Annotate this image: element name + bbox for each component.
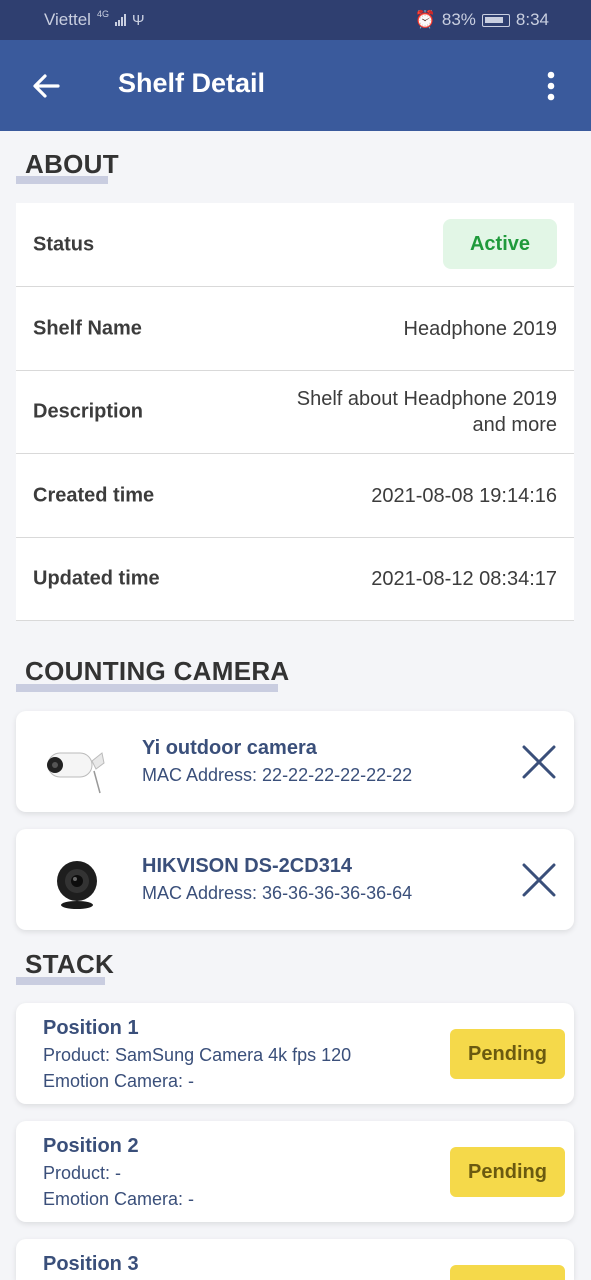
stack-item[interactable]: Position 3 Pending (16, 1239, 574, 1280)
created-time-label: Created time (33, 484, 155, 506)
outdoor-camera-icon (47, 752, 105, 794)
updated-time-value: 2021-08-12 08:34:17 (371, 567, 557, 590)
dome-camera-icon (57, 861, 97, 909)
camera-mac: MAC Address: 36-36-36-36-36-64 (142, 883, 413, 903)
counting-camera-heading: COUNTING CAMERA (25, 656, 290, 686)
camera-name: HIKVISON DS-2CD314 (142, 855, 353, 877)
close-icon[interactable] (520, 743, 558, 781)
camera-card[interactable]: HIKVISON DS-2CD314 MAC Address: 36-36-36… (16, 829, 574, 930)
position-emotion-camera: Emotion Camera: - (43, 1189, 195, 1209)
network-label: 4G (96, 9, 109, 19)
updated-time-label: Updated time (33, 567, 160, 589)
updated-time-row: Updated time 2021-08-12 08:34:17 (16, 537, 574, 621)
status-bar: Viettel 4G Ψ ⏰ 83% 8:34 (0, 0, 591, 40)
status-label: Status (33, 233, 95, 255)
created-time-value: 2021-08-08 19:14:16 (371, 484, 557, 507)
status-badge: Active (443, 219, 557, 269)
clock: 8:34 (515, 10, 549, 29)
arrow-left-icon[interactable] (30, 70, 62, 102)
status-row: Status Active (16, 203, 574, 287)
status-badge: Pending (450, 1265, 565, 1280)
about-card: Status Active Shelf Name Headphone 2019 … (16, 203, 574, 621)
app-bar: Shelf Detail (0, 40, 591, 131)
created-time-row: Created time 2021-08-08 19:14:16 (16, 454, 574, 538)
description-row: Description Shelf about Headphone 2019 a… (16, 370, 574, 454)
status-badge: Pending (450, 1029, 565, 1079)
alarm-icon: ⏰ (414, 10, 436, 29)
description-label: Description (33, 400, 144, 422)
close-icon[interactable] (520, 861, 558, 899)
description-value: Shelf about Headphone 2019 and more (297, 386, 557, 438)
position-title: Position 3 (43, 1253, 139, 1275)
battery-icon (481, 13, 510, 27)
status-badge: Pending (450, 1147, 565, 1197)
more-vertical-icon[interactable] (538, 70, 564, 102)
camera-name: Yi outdoor camera (142, 737, 317, 759)
position-title: Position 1 (43, 1017, 139, 1039)
description-line-1: Shelf about Headphone 2019 (296, 387, 557, 410)
position-product: Product: - (43, 1163, 122, 1183)
shelf-name-value: Headphone 2019 (403, 317, 557, 340)
stack-heading: STACK (25, 949, 115, 979)
position-product: Product: SamSung Camera 4k fps 120 (43, 1045, 352, 1065)
signal-icon (114, 14, 126, 26)
battery-percent: 83% (441, 10, 476, 29)
carrier-label: Viettel (44, 10, 91, 29)
shelf-name-label: Shelf Name (33, 317, 142, 339)
usb-icon: Ψ (131, 11, 145, 29)
shelf-name-row: Shelf Name Headphone 2019 (16, 287, 574, 371)
stack-item[interactable]: Position 1 Product: SamSung Camera 4k fp… (16, 1003, 574, 1104)
position-emotion-camera: Emotion Camera: - (43, 1071, 195, 1091)
page-title: Shelf Detail (118, 68, 266, 98)
stack-item[interactable]: Position 2 Product: - Emotion Camera: - … (16, 1121, 574, 1222)
camera-mac: MAC Address: 22-22-22-22-22-22 (142, 765, 413, 785)
camera-card[interactable]: Yi outdoor camera MAC Address: 22-22-22-… (16, 711, 574, 812)
about-heading: ABOUT (25, 149, 119, 179)
description-line-2: and more (472, 413, 558, 436)
position-title: Position 2 (43, 1135, 139, 1157)
